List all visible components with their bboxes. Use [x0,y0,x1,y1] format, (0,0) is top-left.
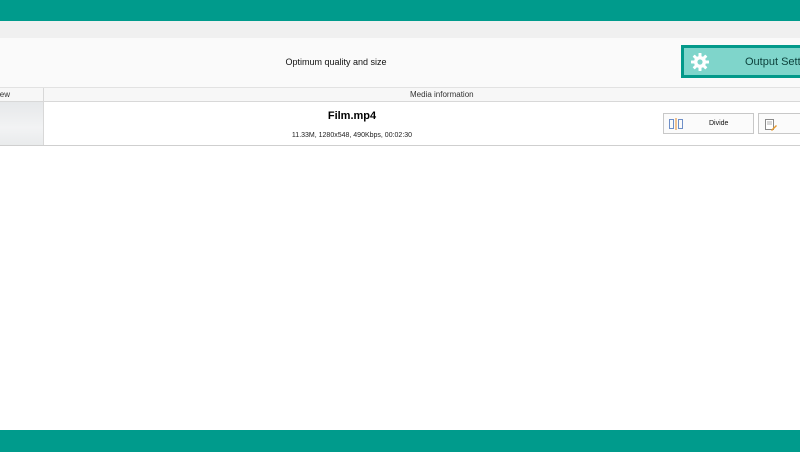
file-details: 11.33M, 1280x548, 490Kbps, 00:02:30 [291,132,413,139]
toolbar-strip [0,21,800,38]
column-preview[interactable]: view [0,88,44,101]
edit-button[interactable] [758,113,800,134]
gear-icon [687,49,713,75]
column-media-information-label: Media information [410,90,474,99]
bottom-bar [0,430,800,452]
file-row[interactable]: Film.mp4 11.33M, 1280x548, 490Kbps, 00:0… [0,102,800,146]
output-settings-label: Output Setti [745,55,800,68]
video-thumbnail [0,102,44,145]
output-settings-button[interactable]: Output Setti [681,45,800,78]
edit-icon [765,118,777,131]
profile-description: Optimum quality and size [285,57,387,67]
column-media-information[interactable]: Media information [44,88,800,101]
divide-button[interactable]: Divide [663,113,754,134]
file-list-header: view Media information [0,88,800,102]
output-profile-row: Optimum quality and size [0,38,800,88]
divide-label: Divide [709,120,729,127]
file-name: Film.mp4 [327,110,377,122]
top-bar [0,0,800,21]
divide-icon [669,117,683,130]
column-preview-label: view [0,90,11,99]
